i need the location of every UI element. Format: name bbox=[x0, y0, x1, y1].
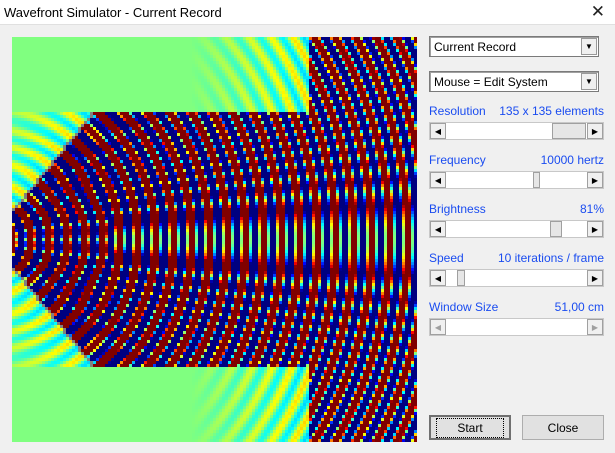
arrow-left-icon: ◀ bbox=[430, 319, 446, 335]
brightness-slider[interactable]: ◀ ▶ bbox=[429, 220, 604, 238]
window-size-label: Window Size bbox=[429, 300, 499, 314]
close-button[interactable]: Close bbox=[522, 415, 604, 440]
arrow-left-icon[interactable]: ◀ bbox=[430, 221, 446, 237]
window-title: Wavefront Simulator - Current Record bbox=[4, 5, 222, 20]
resolution-value: 135 x 135 elements bbox=[499, 104, 604, 118]
record-select-value: Current Record bbox=[434, 40, 517, 54]
chevron-down-icon[interactable]: ▼ bbox=[581, 73, 597, 90]
mouse-mode-value: Mouse = Edit System bbox=[434, 75, 548, 89]
frequency-slider[interactable]: ◀ ▶ bbox=[429, 171, 604, 189]
arrow-right-icon[interactable]: ▶ bbox=[587, 221, 603, 237]
chevron-down-icon[interactable]: ▼ bbox=[581, 38, 597, 55]
mouse-mode-select[interactable]: Mouse = Edit System ▼ bbox=[429, 71, 599, 92]
brightness-value: 81% bbox=[579, 202, 604, 216]
start-label: Start bbox=[436, 417, 504, 438]
arrow-left-icon[interactable]: ◀ bbox=[430, 123, 446, 139]
brightness-thumb[interactable] bbox=[550, 221, 562, 237]
arrow-right-icon[interactable]: ▶ bbox=[587, 172, 603, 188]
speed-slider[interactable]: ◀ ▶ bbox=[429, 269, 604, 287]
window-size-slider: ◀ ▶ bbox=[429, 318, 604, 336]
arrow-right-icon[interactable]: ▶ bbox=[587, 123, 603, 139]
speed-thumb[interactable] bbox=[457, 270, 465, 286]
arrow-right-icon: ▶ bbox=[587, 319, 603, 335]
window-size-value: 51,00 cm bbox=[554, 300, 604, 314]
frequency-value: 10000 hertz bbox=[540, 153, 604, 167]
frequency-thumb[interactable] bbox=[533, 172, 540, 188]
arrow-left-icon[interactable]: ◀ bbox=[430, 270, 446, 286]
frequency-label: Frequency bbox=[429, 153, 486, 167]
record-select[interactable]: Current Record ▼ bbox=[429, 36, 599, 57]
speed-label: Speed bbox=[429, 251, 464, 265]
arrow-left-icon[interactable]: ◀ bbox=[430, 172, 446, 188]
resolution-thumb[interactable] bbox=[552, 123, 586, 139]
resolution-slider[interactable]: ◀ ▶ bbox=[429, 122, 604, 140]
speed-value: 10 iterations / frame bbox=[497, 251, 604, 265]
brightness-label: Brightness bbox=[429, 202, 486, 216]
wavefront-display[interactable] bbox=[12, 37, 417, 442]
title-bar: Wavefront Simulator - Current Record ✕ bbox=[0, 0, 615, 25]
start-button[interactable]: Start bbox=[429, 415, 511, 440]
resolution-label: Resolution bbox=[429, 104, 486, 118]
arrow-right-icon[interactable]: ▶ bbox=[587, 270, 603, 286]
close-icon[interactable]: ✕ bbox=[591, 2, 605, 22]
